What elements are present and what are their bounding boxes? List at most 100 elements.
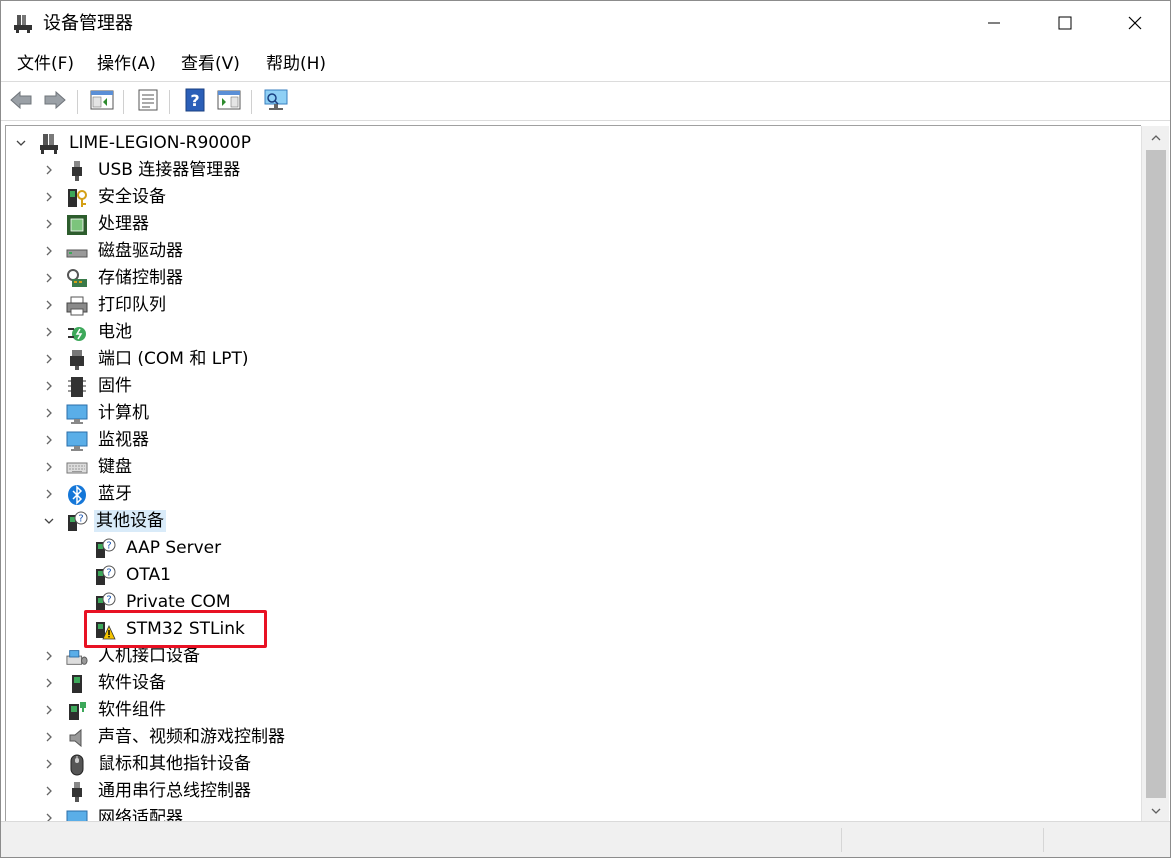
tree-category[interactable]: 电池 [6, 319, 1136, 346]
tree-category[interactable]: 监视器 [6, 427, 1136, 454]
svg-text:?: ? [190, 91, 199, 110]
tree-category[interactable]: 声音、视频和游戏控制器 [6, 724, 1136, 751]
forward-button[interactable] [41, 88, 69, 116]
chevron-right-icon[interactable] [42, 325, 56, 339]
tree-category-label: 打印队列 [98, 295, 166, 315]
chevron-right-icon[interactable] [42, 730, 56, 744]
tree-device[interactable]: ? AAP Server [6, 535, 1136, 562]
chevron-right-icon[interactable] [42, 163, 56, 177]
device-manager-app-icon [13, 14, 33, 34]
tree-category[interactable]: USB 连接器管理器 [6, 157, 1136, 184]
firmware-icon [66, 376, 88, 398]
tree-category[interactable]: 键盘 [6, 454, 1136, 481]
back-button[interactable] [7, 88, 35, 116]
action-pane-button[interactable] [215, 88, 243, 116]
tree-category[interactable]: 打印队列 [6, 292, 1136, 319]
scrollbar-thumb[interactable] [1146, 150, 1166, 798]
tree-category[interactable]: 网络适配器 [6, 805, 1136, 821]
minimize-button[interactable] [959, 1, 1029, 47]
tree-category[interactable]: 存储控制器 [6, 265, 1136, 292]
toolbar-separator [169, 90, 170, 114]
chevron-right-icon[interactable] [42, 811, 56, 821]
monitor-icon [66, 430, 88, 452]
chevron-right-icon[interactable] [42, 703, 56, 717]
mouse-icon [66, 754, 88, 776]
tree-device-label: OTA1 [126, 565, 171, 585]
close-icon [1128, 15, 1142, 34]
maximize-button[interactable] [1030, 1, 1100, 47]
bluetooth-icon [66, 484, 88, 506]
chevron-down-icon[interactable] [14, 136, 28, 150]
tree-category[interactable]: 端口 (COM 和 LPT) [6, 346, 1136, 373]
chevron-right-icon[interactable] [42, 784, 56, 798]
usb-controller-icon [66, 781, 88, 803]
chevron-right-icon[interactable] [42, 676, 56, 690]
software-component-icon [66, 700, 88, 722]
status-bar [1, 821, 1170, 857]
software-device-icon [66, 673, 88, 695]
tree-category-label: 电池 [98, 322, 132, 342]
chevron-right-icon[interactable] [42, 190, 56, 204]
tree-category[interactable]: 软件组件 [6, 697, 1136, 724]
menu-action[interactable]: 操作(A) [97, 53, 156, 75]
chevron-right-icon[interactable] [42, 649, 56, 663]
svg-text:?: ? [106, 541, 111, 552]
toolbar-separator [123, 90, 124, 114]
tree-category-label: USB 连接器管理器 [98, 160, 241, 180]
device-tree[interactable]: LIME-LEGION-R9000P USB 连接器管理器 安全设备 处理器 磁… [5, 125, 1141, 821]
tree-category[interactable]: 磁盘驱动器 [6, 238, 1136, 265]
menu-help[interactable]: 帮助(H) [266, 53, 326, 75]
tree-category[interactable]: 安全设备 [6, 184, 1136, 211]
chevron-right-icon[interactable] [42, 433, 56, 447]
close-button[interactable] [1100, 1, 1170, 47]
menu-file[interactable]: 文件(F) [17, 53, 74, 75]
properties-button[interactable] [134, 88, 162, 116]
chevron-down-icon[interactable] [42, 514, 56, 528]
scroll-down-button[interactable] [1142, 799, 1170, 821]
title-bar[interactable]: 设备管理器 [1, 1, 1170, 47]
tree-category-label: 磁盘驱动器 [98, 241, 183, 261]
tree-device[interactable]: ? OTA1 [6, 562, 1136, 589]
menu-view[interactable]: 查看(V) [181, 53, 240, 75]
speaker-icon [66, 727, 88, 749]
status-bar-divider [841, 828, 842, 852]
tree-device-label: AAP Server [126, 538, 222, 558]
console-tree-button[interactable] [88, 88, 116, 116]
tree-root[interactable]: LIME-LEGION-R9000P [6, 130, 1136, 157]
processor-icon [66, 214, 88, 236]
tree-category-label: 监视器 [98, 430, 149, 450]
tree-category[interactable]: 蓝牙 [6, 481, 1136, 508]
show-hide-console-tree-icon [90, 89, 114, 115]
security-device-icon [66, 187, 88, 209]
tree-category-label: 软件组件 [98, 700, 166, 720]
device-manager-window: 设备管理器 文件(F) 操作(A) 查看(V) 帮助(H) ? LIME-LEG… [0, 0, 1171, 858]
chevron-right-icon[interactable] [42, 460, 56, 474]
help-icon: ? [184, 88, 206, 116]
tree-category-label: 计算机 [98, 403, 149, 423]
hid-icon [66, 646, 88, 668]
chevron-right-icon[interactable] [42, 271, 56, 285]
chevron-right-icon[interactable] [42, 298, 56, 312]
unknown-device-icon: ? [66, 511, 88, 533]
scan-hardware-button[interactable] [262, 88, 290, 116]
tree-category[interactable]: 固件 [6, 373, 1136, 400]
chevron-right-icon[interactable] [42, 406, 56, 420]
tree-category-expanded[interactable]: ? 其他设备 [6, 508, 1136, 535]
chevron-right-icon[interactable] [42, 757, 56, 771]
tree-category[interactable]: 处理器 [6, 211, 1136, 238]
chevron-right-icon[interactable] [42, 217, 56, 231]
scroll-up-button[interactable] [1142, 126, 1170, 148]
tree-category[interactable]: 鼠标和其他指针设备 [6, 751, 1136, 778]
help-button[interactable]: ? [181, 88, 209, 116]
tree-category[interactable]: 计算机 [6, 400, 1136, 427]
tree-category[interactable]: 软件设备 [6, 670, 1136, 697]
tree-category[interactable]: 通用串行总线控制器 [6, 778, 1136, 805]
chevron-right-icon[interactable] [42, 244, 56, 258]
vertical-scrollbar[interactable] [1141, 126, 1169, 821]
chevron-right-icon[interactable] [42, 352, 56, 366]
window-title: 设备管理器 [43, 13, 133, 34]
chevron-right-icon[interactable] [42, 379, 56, 393]
chevron-up-icon [1151, 128, 1161, 147]
chevron-right-icon[interactable] [42, 487, 56, 501]
status-bar-divider [1043, 828, 1044, 852]
